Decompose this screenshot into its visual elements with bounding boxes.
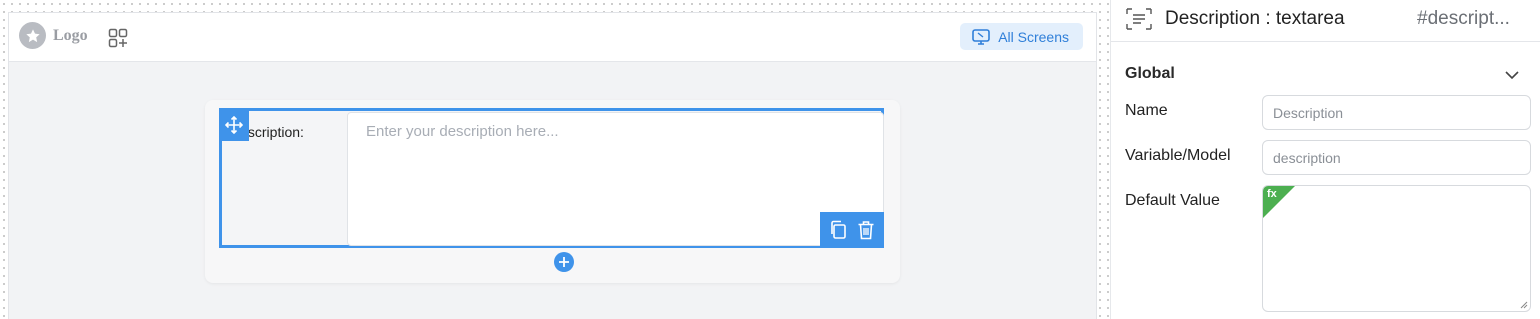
- field-action-bar: [820, 212, 884, 248]
- variable-label: Variable/Model: [1125, 147, 1231, 164]
- copy-icon[interactable]: [829, 220, 847, 240]
- move-icon[interactable]: [219, 108, 249, 141]
- variable-input[interactable]: description: [1262, 140, 1531, 175]
- textarea-type-icon: [1126, 8, 1152, 30]
- properties-panel: Description : textarea #descript... Glob…: [1110, 0, 1540, 319]
- chevron-down-icon[interactable]: [1504, 68, 1520, 82]
- form-card: Description: Enter your description here…: [205, 100, 900, 283]
- resize-grip-icon[interactable]: [1518, 299, 1528, 309]
- default-value-label: Default Value: [1125, 192, 1220, 209]
- panel-header: Description : textarea #descript...: [1111, 0, 1540, 42]
- description-field-block[interactable]: Description: Enter your description here…: [219, 108, 884, 272]
- screen-preview: Logo All Screens Description: Enter your…: [8, 12, 1097, 319]
- name-input[interactable]: Description: [1262, 95, 1531, 130]
- screen-header: Logo All Screens: [9, 13, 1096, 62]
- panel-title: Description : textarea: [1165, 8, 1345, 29]
- name-label: Name: [1125, 102, 1168, 119]
- default-value-textarea[interactable]: fx: [1262, 185, 1531, 312]
- all-screens-button[interactable]: All Screens: [960, 23, 1083, 50]
- all-screens-label: All Screens: [998, 28, 1069, 45]
- description-textarea[interactable]: Enter your description here...: [347, 112, 884, 246]
- plus-icon[interactable]: [554, 252, 574, 272]
- name-input-value: Description: [1273, 104, 1344, 121]
- description-placeholder: Enter your description here...: [366, 123, 559, 140]
- logo-text: Logo: [53, 27, 88, 44]
- logo-star-icon: [19, 22, 46, 49]
- delete-icon[interactable]: [857, 220, 875, 240]
- element-id: #descript...: [1417, 8, 1510, 29]
- fx-label: fx: [1267, 188, 1277, 200]
- section-global[interactable]: Global: [1125, 65, 1175, 83]
- add-widget-icon[interactable]: [108, 28, 128, 48]
- canvas-area: Logo All Screens Description: Enter your…: [0, 0, 1110, 319]
- screen-icon: [972, 28, 990, 45]
- variable-input-value: description: [1273, 149, 1341, 166]
